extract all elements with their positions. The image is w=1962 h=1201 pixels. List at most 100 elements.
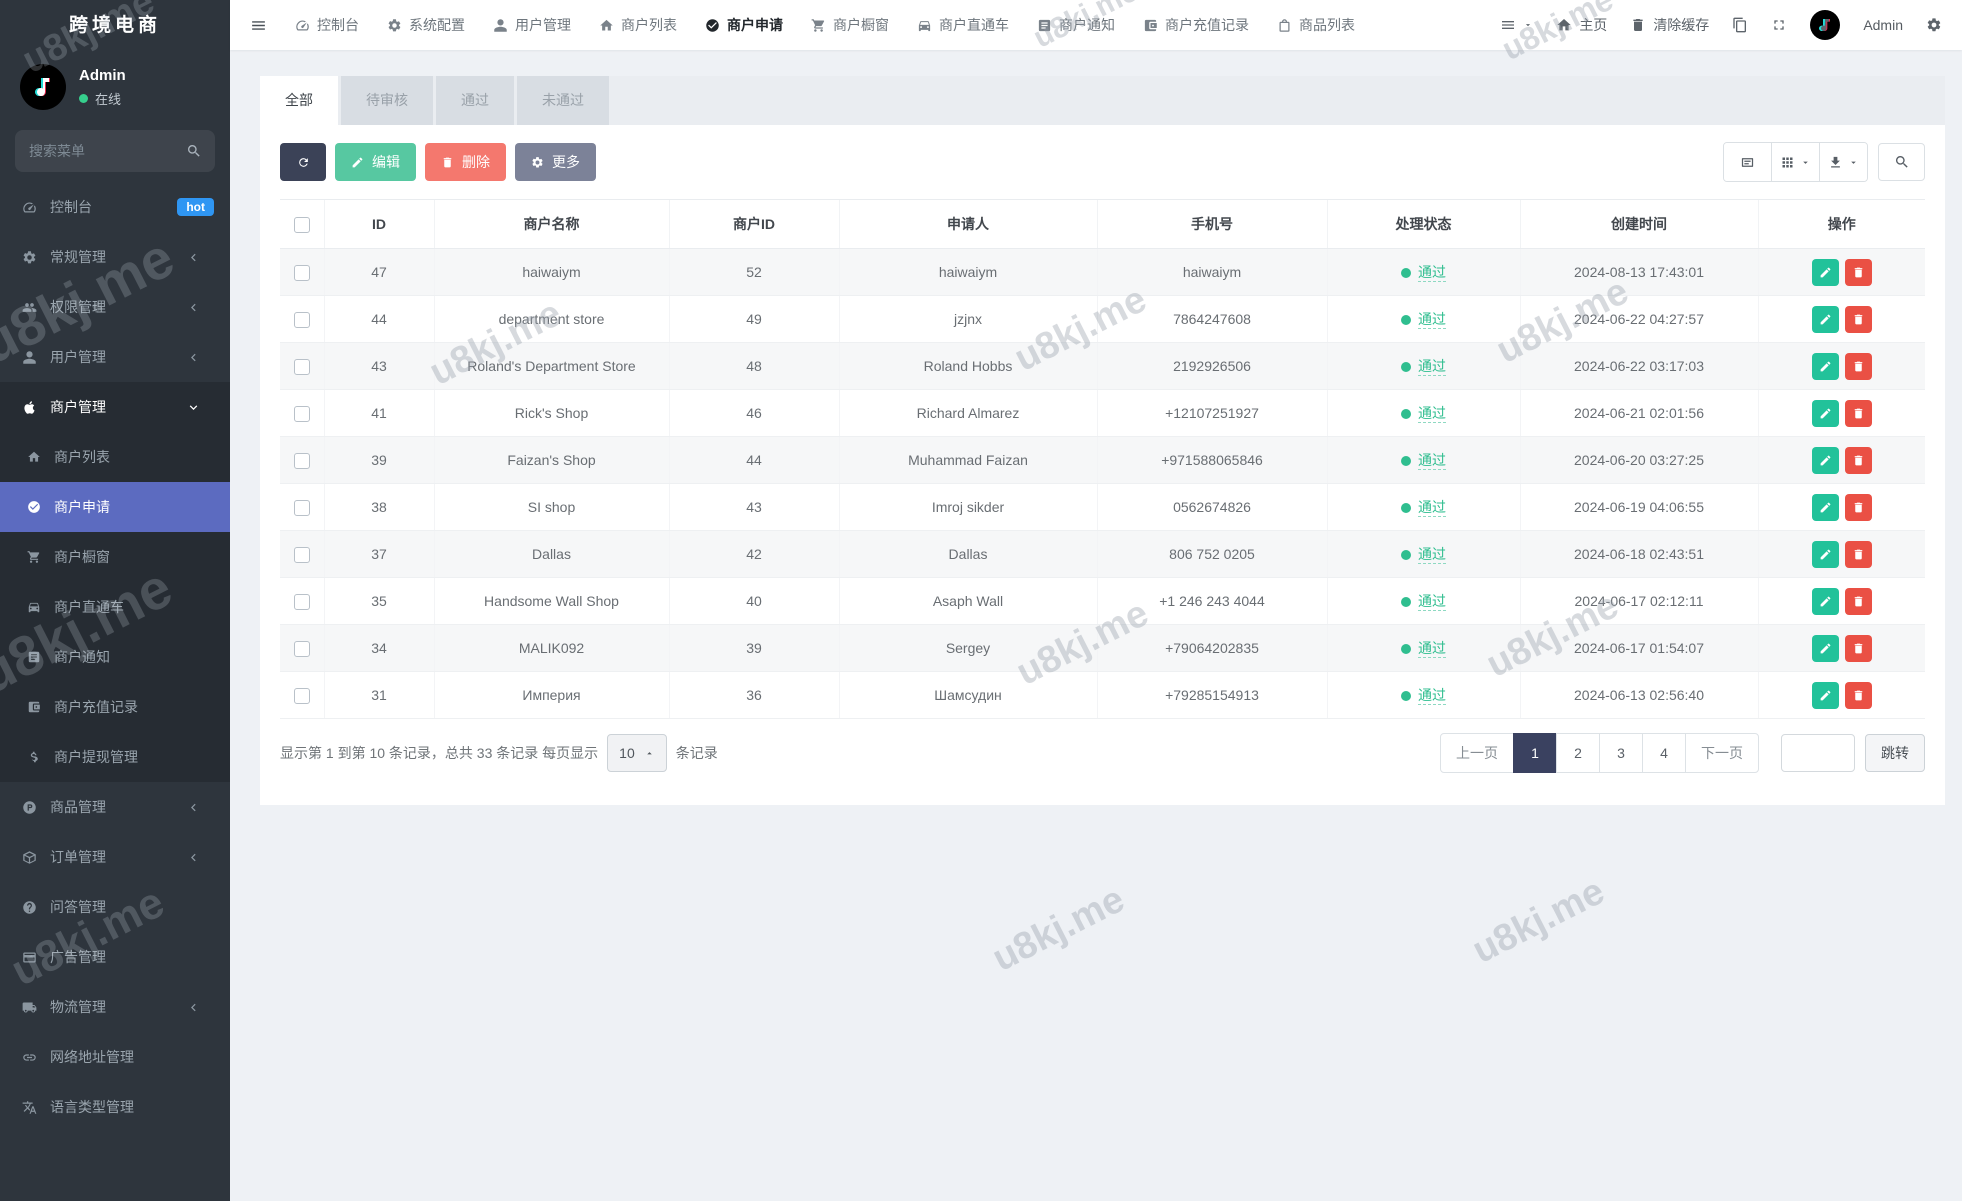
row-delete-button[interactable]	[1844, 493, 1872, 521]
columns-button[interactable]	[1771, 143, 1819, 181]
topnav-item-商户充值记录[interactable]: 商户充值记录	[1143, 15, 1249, 35]
row-delete-button[interactable]	[1844, 634, 1872, 662]
pagination-prev[interactable]: 上一页	[1440, 733, 1514, 773]
tab-待审核[interactable]: 待审核	[341, 76, 433, 125]
row-edit-button[interactable]	[1811, 352, 1839, 380]
row-checkbox[interactable]	[293, 405, 310, 422]
refresh-button[interactable]	[280, 143, 326, 181]
sidebar-item-订单管理[interactable]: 订单管理	[0, 832, 230, 882]
tab-通过[interactable]: 通过	[436, 76, 514, 125]
row-checkbox[interactable]	[293, 593, 310, 610]
page-size-select[interactable]: 10	[607, 734, 667, 772]
row-delete-button[interactable]	[1844, 446, 1872, 474]
status-link[interactable]: 通过	[1418, 546, 1446, 564]
status-link[interactable]: 通过	[1418, 687, 1446, 705]
settings-gear-icon[interactable]	[1926, 17, 1942, 33]
status-link[interactable]: 通过	[1418, 452, 1446, 470]
topnav-item-系统配置[interactable]: 系统配置	[387, 15, 465, 35]
row-edit-button[interactable]	[1811, 305, 1839, 333]
sidebar-item-常规管理[interactable]: 常规管理	[0, 232, 230, 282]
translate-icon[interactable]	[1732, 17, 1748, 33]
sidebar-item-商户管理[interactable]: 商户管理	[0, 382, 230, 432]
topnav-item-商品列表[interactable]: 商品列表	[1277, 15, 1355, 35]
edit-button[interactable]: 编辑	[335, 143, 416, 181]
sidebar-item-商户通知[interactable]: 商户通知	[0, 632, 230, 682]
sidebar-item-语言类型管理[interactable]: 语言类型管理	[0, 1082, 230, 1132]
row-checkbox[interactable]	[293, 358, 310, 375]
topnav-item-商户橱窗[interactable]: 商户橱窗	[811, 15, 889, 35]
select-all-checkbox[interactable]	[293, 216, 310, 233]
sidebar-item-商户直通车[interactable]: 商户直通车	[0, 582, 230, 632]
row-edit-button[interactable]	[1811, 399, 1839, 427]
sidebar-item-商户橱窗[interactable]: 商户橱窗	[0, 532, 230, 582]
export-button[interactable]	[1819, 143, 1867, 181]
sidebar-item-网络地址管理[interactable]: 网络地址管理	[0, 1032, 230, 1082]
sidebar-item-商户提现管理[interactable]: 商户提现管理	[0, 732, 230, 782]
row-checkbox[interactable]	[293, 311, 310, 328]
row-delete-button[interactable]	[1844, 681, 1872, 709]
avatar[interactable]	[20, 64, 66, 110]
pagination-page-3[interactable]: 3	[1599, 733, 1643, 773]
topnav-item-用户管理[interactable]: 用户管理	[493, 15, 571, 35]
pagination-next[interactable]: 下一页	[1685, 733, 1759, 773]
status-link[interactable]: 通过	[1418, 358, 1446, 376]
row-checkbox[interactable]	[293, 452, 310, 469]
row-delete-button[interactable]	[1844, 587, 1872, 615]
row-delete-button[interactable]	[1844, 399, 1872, 427]
sidebar-item-商户充值记录[interactable]: 商户充值记录	[0, 682, 230, 732]
fullscreen-icon[interactable]	[1771, 17, 1787, 33]
menu-search-input[interactable]	[15, 130, 215, 172]
user-avatar[interactable]	[1810, 10, 1841, 40]
topnav-item-控制台[interactable]: 控制台	[295, 15, 359, 35]
status-link[interactable]: 通过	[1418, 264, 1446, 282]
status-link[interactable]: 通过	[1418, 405, 1446, 423]
status-link[interactable]: 通过	[1418, 499, 1446, 517]
clear-cache-button[interactable]: 清除缓存	[1630, 15, 1709, 35]
hamburger-menu-icon[interactable]	[250, 17, 267, 34]
page-jump-button[interactable]: 跳转	[1865, 734, 1925, 772]
row-checkbox[interactable]	[293, 264, 310, 281]
sidebar-item-商户列表[interactable]: 商户列表	[0, 432, 230, 482]
topbar-username[interactable]: Admin	[1863, 17, 1903, 33]
status-link[interactable]: 通过	[1418, 593, 1446, 611]
page-jump-input[interactable]	[1781, 734, 1855, 772]
sidebar-item-控制台[interactable]: 控制台 hot	[0, 182, 230, 232]
nav-list-dropdown[interactable]	[1500, 17, 1533, 33]
sidebar-item-物流管理[interactable]: 物流管理	[0, 982, 230, 1032]
sidebar-item-问答管理[interactable]: 问答管理	[0, 882, 230, 932]
topnav-item-商户列表[interactable]: 商户列表	[599, 15, 677, 35]
row-delete-button[interactable]	[1844, 258, 1872, 286]
status-link[interactable]: 通过	[1418, 640, 1446, 658]
row-checkbox[interactable]	[293, 640, 310, 657]
table-search-button[interactable]	[1878, 143, 1925, 181]
tab-未通过[interactable]: 未通过	[517, 76, 609, 125]
pagination-page-1[interactable]: 1	[1513, 733, 1557, 773]
row-checkbox[interactable]	[293, 499, 310, 516]
sidebar-item-商品管理[interactable]: 商品管理	[0, 782, 230, 832]
delete-button[interactable]: 删除	[425, 143, 506, 181]
topnav-item-商户申请[interactable]: 商户申请	[705, 15, 783, 35]
more-button[interactable]: 更多	[515, 143, 596, 181]
sidebar-item-权限管理[interactable]: 权限管理	[0, 282, 230, 332]
row-edit-button[interactable]	[1811, 446, 1839, 474]
row-edit-button[interactable]	[1811, 587, 1839, 615]
pagination-page-4[interactable]: 4	[1642, 733, 1686, 773]
pagination-page-2[interactable]: 2	[1556, 733, 1600, 773]
sidebar-item-用户管理[interactable]: 用户管理	[0, 332, 230, 382]
status-link[interactable]: 通过	[1418, 311, 1446, 329]
row-delete-button[interactable]	[1844, 305, 1872, 333]
row-checkbox[interactable]	[293, 546, 310, 563]
row-edit-button[interactable]	[1811, 493, 1839, 521]
row-delete-button[interactable]	[1844, 540, 1872, 568]
tab-全部[interactable]: 全部	[260, 76, 338, 125]
sidebar-item-商户申请[interactable]: 商户申请	[0, 482, 230, 532]
home-link[interactable]: 主页	[1556, 15, 1607, 35]
topnav-item-商户直通车[interactable]: 商户直通车	[917, 15, 1009, 35]
row-edit-button[interactable]	[1811, 681, 1839, 709]
sidebar-item-广告管理[interactable]: 广告管理	[0, 932, 230, 982]
topnav-item-商户通知[interactable]: 商户通知	[1037, 15, 1115, 35]
row-edit-button[interactable]	[1811, 634, 1839, 662]
row-edit-button[interactable]	[1811, 258, 1839, 286]
detail-view-button[interactable]	[1724, 143, 1771, 181]
row-delete-button[interactable]	[1844, 352, 1872, 380]
